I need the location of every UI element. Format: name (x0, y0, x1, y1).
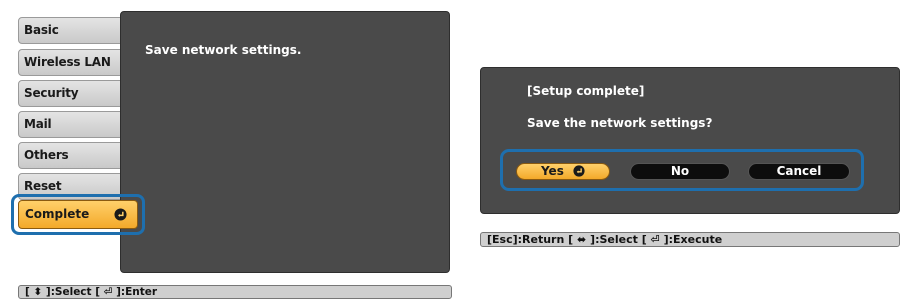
menu-tab-label: Mail (24, 117, 52, 131)
menu-tab-label: Reset (24, 179, 62, 193)
menu-tab-basic[interactable]: Basic (18, 17, 122, 44)
menu-tab-label: Others (24, 148, 69, 162)
setup-complete-dialog: [Setup complete] Save the network settin… (480, 67, 900, 214)
panel-message: Save network settings. (145, 43, 302, 57)
highlight-frame (500, 149, 864, 191)
highlight-frame (11, 194, 145, 235)
menu-tab-label: Basic (24, 23, 59, 37)
menu-tab-others[interactable]: Others (18, 142, 122, 169)
menu-tab-mail[interactable]: Mail (18, 111, 122, 138)
menu-tab-security[interactable]: Security (18, 80, 122, 107)
help-text: [ ⬍ ]:Select [ ⏎ ]:Enter (25, 286, 158, 298)
help-bar: [ ⬍ ]:Select [ ⏎ ]:Enter (18, 285, 452, 299)
help-text: [Esc]:Return [ ⬌ ]:Select [ ⏎ ]:Execute (487, 233, 723, 246)
help-bar: [Esc]:Return [ ⬌ ]:Select [ ⏎ ]:Execute (480, 232, 900, 247)
dialog-question: Save the network settings? (527, 116, 713, 130)
menu-tab-wireless-lan[interactable]: Wireless LAN (18, 49, 122, 76)
menu-tab-label: Security (24, 86, 79, 100)
menu-tab-label: Wireless LAN (24, 55, 111, 69)
dialog-title: [Setup complete] (527, 84, 645, 98)
settings-panel: Save network settings. (120, 11, 450, 273)
